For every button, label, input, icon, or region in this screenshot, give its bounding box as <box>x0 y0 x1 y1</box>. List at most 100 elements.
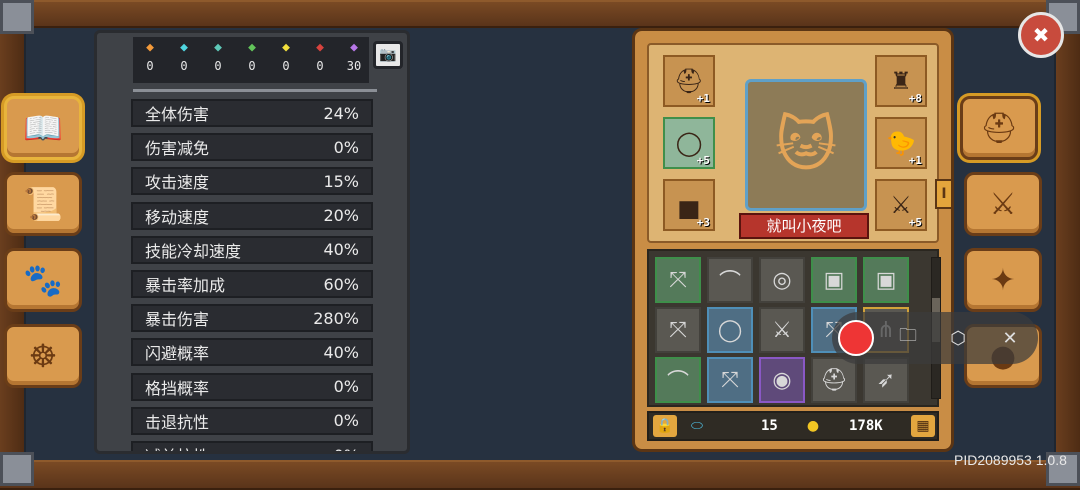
equipment-slot[interactable]: ▅ +3 <box>663 179 715 231</box>
stat-row: 击退抗性 0% <box>131 406 373 435</box>
sort-button[interactable]: ▦ <box>911 415 935 437</box>
helmet-icon: ⛑ <box>979 110 1019 146</box>
character-portrait[interactable]: 🐱 <box>745 79 867 211</box>
equipment-slot[interactable]: ◯ +5 <box>663 117 715 169</box>
teal-gem-icon: ◆ <box>214 40 222 55</box>
record-button[interactable] <box>838 320 874 356</box>
currency-item: ◆ 0 <box>169 37 199 74</box>
stat-row: 闪避概率 40% <box>131 338 373 367</box>
upgrade-level: +5 <box>696 154 710 167</box>
inventory-slot[interactable]: ◎ <box>759 257 805 303</box>
camera-icon: 📷 <box>379 47 397 63</box>
crossed-swords-icon: ⚔ <box>772 317 792 343</box>
crossbow-icon: ⤧ <box>721 367 739 393</box>
orange-gem-icon: ◆ <box>146 40 154 55</box>
stats-panel: ◆ 0 ◆ 0 ◆ 0 ◆ 0 ◆ 0 ◆ 0 ◆ 30 📷 全体伤害 24% 伤害减免 0% 攻击速度 15% 移动… <box>94 30 410 454</box>
inventory-slot[interactable]: ◯ <box>707 307 753 353</box>
scroll-icon: 📜 <box>23 185 63 223</box>
character-panel: ⛑+1◯+5▅+3 ♜+8🐤+1⚔+5 🐱 就叫小夜吧 I ⤧⌒◎▣▣⤧◯⚔⤧⋔… <box>632 28 954 452</box>
top-frame <box>0 0 1080 28</box>
bow-icon: ⌒ <box>666 370 689 395</box>
green-gem-icon: ◆ <box>248 40 256 55</box>
currency-value: 0 <box>214 59 222 73</box>
steering-wheel-icon: ☸ <box>28 337 58 375</box>
purple-gem-icon: ◆ <box>350 40 358 55</box>
armor-icon: ♜ <box>890 67 912 95</box>
chest-armor-icon: ▣ <box>823 267 845 293</box>
paw-icon: 🐾 <box>23 261 63 299</box>
equipment-slot[interactable]: 🐤 +1 <box>875 117 927 169</box>
stat-row: 格挡概率 0% <box>131 372 373 401</box>
gem-currency-icon: ⬭ <box>691 418 703 434</box>
stat-label: 减益抗性 <box>145 443 209 451</box>
book-icon: 📖 <box>23 109 63 147</box>
inventory-slot[interactable]: ⤧ <box>655 257 701 303</box>
equipment-area: ⛑ +1 ◯ +5 ▅ +3 ♜ +8 🐤 +1 ⚔ +5 🐱 就叫小夜吧 <box>647 43 939 243</box>
inventory-slot[interactable]: ⌒ <box>707 257 753 303</box>
currency-value: 0 <box>146 59 154 73</box>
right-frame <box>1056 0 1080 486</box>
upgrade-level: +8 <box>908 92 922 105</box>
lock-button[interactable]: 🔒 <box>653 415 677 437</box>
currency-item: ◆ 0 <box>237 37 267 74</box>
currency-item: ◆ 0 <box>271 37 301 74</box>
stat-label: 攻击速度 <box>145 173 210 193</box>
arrows-icon: ➶ <box>876 367 896 393</box>
bow-icon: ⌒ <box>718 270 741 295</box>
currency-item: ◆ 0 <box>203 37 233 74</box>
frame-corner <box>0 0 34 34</box>
currency-value: 30 <box>346 59 362 73</box>
weapon-icon: ⚔ <box>890 191 912 219</box>
folder-button[interactable]: 🗀 <box>896 325 920 350</box>
equipment-slot[interactable]: ♜ +8 <box>875 55 927 107</box>
close-icon: ✕ <box>1002 327 1018 349</box>
tab-talents[interactable]: 🐾 <box>4 248 82 312</box>
equipment-slot[interactable]: ⚔ +5 <box>875 179 927 231</box>
lock-icon: 🔒 <box>656 418 674 434</box>
close-recorder-button[interactable]: ✕ <box>998 326 1022 350</box>
left-frame <box>0 0 24 486</box>
stat-value: 0% <box>333 377 359 397</box>
inventory-slot[interactable]: ▣ <box>811 257 857 303</box>
settings-button[interactable]: ⬡ <box>946 326 970 350</box>
helmet-icon: ⛑ <box>820 367 848 393</box>
tab-sparkle[interactable]: ✦ <box>964 248 1042 312</box>
stat-value: 20% <box>323 206 359 226</box>
stat-value: 15% <box>323 171 359 191</box>
inventory-slot[interactable]: ◉ <box>759 357 805 403</box>
stat-label: 暴击伤害 <box>145 310 210 330</box>
tab-skills[interactable]: 📜 <box>4 172 82 236</box>
inventory-slot[interactable]: ⚔ <box>759 307 805 353</box>
currency-value: 0 <box>248 59 256 73</box>
boots-icon: ▅ <box>679 191 699 219</box>
stat-value: 0% <box>333 411 359 431</box>
currency-value: 0 <box>282 59 290 73</box>
stat-row: 暴击率加成 60% <box>131 270 373 298</box>
tab-character[interactable]: ⛑ <box>960 96 1038 160</box>
tab-vehicle[interactable]: ☸ <box>4 324 82 388</box>
inventory-slot[interactable]: ⤧ <box>655 307 701 353</box>
stat-row: 伤害减免 0% <box>131 133 373 162</box>
inventory-slot[interactable]: ⌒ <box>655 357 701 403</box>
crossbow-icon: ⤧ <box>669 267 687 293</box>
stat-value: 40% <box>323 240 359 260</box>
currency-bar: ◆ 0 ◆ 0 ◆ 0 ◆ 0 ◆ 0 ◆ 0 ◆ 30 <box>133 37 369 83</box>
tab-book[interactable]: 📖 <box>4 96 82 160</box>
inventory-slot[interactable]: ⛑ <box>811 357 857 403</box>
folder-icon: 🗀 <box>899 325 917 346</box>
stat-row: 减益抗性 0% <box>131 441 373 451</box>
stat-value: 40% <box>323 342 359 362</box>
ring-icon: ◯ <box>717 317 743 343</box>
camera-button[interactable]: 📷 <box>373 41 403 69</box>
tab-upgrade[interactable]: ⚔ <box>964 172 1042 236</box>
cat-hero-icon: 🐱 <box>774 110 838 180</box>
close-button[interactable]: ✖ <box>1018 12 1064 58</box>
stat-label: 格挡概率 <box>145 378 210 398</box>
inventory-slot[interactable]: ▣ <box>863 257 909 303</box>
equipment-slot[interactable]: ⛑ +1 <box>663 55 715 107</box>
upgrade-level: +1 <box>908 154 922 167</box>
stat-label: 暴击率加成 <box>145 276 226 295</box>
side-marker[interactable]: I <box>935 179 953 209</box>
inventory-slot[interactable]: ⤧ <box>707 357 753 403</box>
stat-row: 暴击伤害 280% <box>131 304 373 333</box>
